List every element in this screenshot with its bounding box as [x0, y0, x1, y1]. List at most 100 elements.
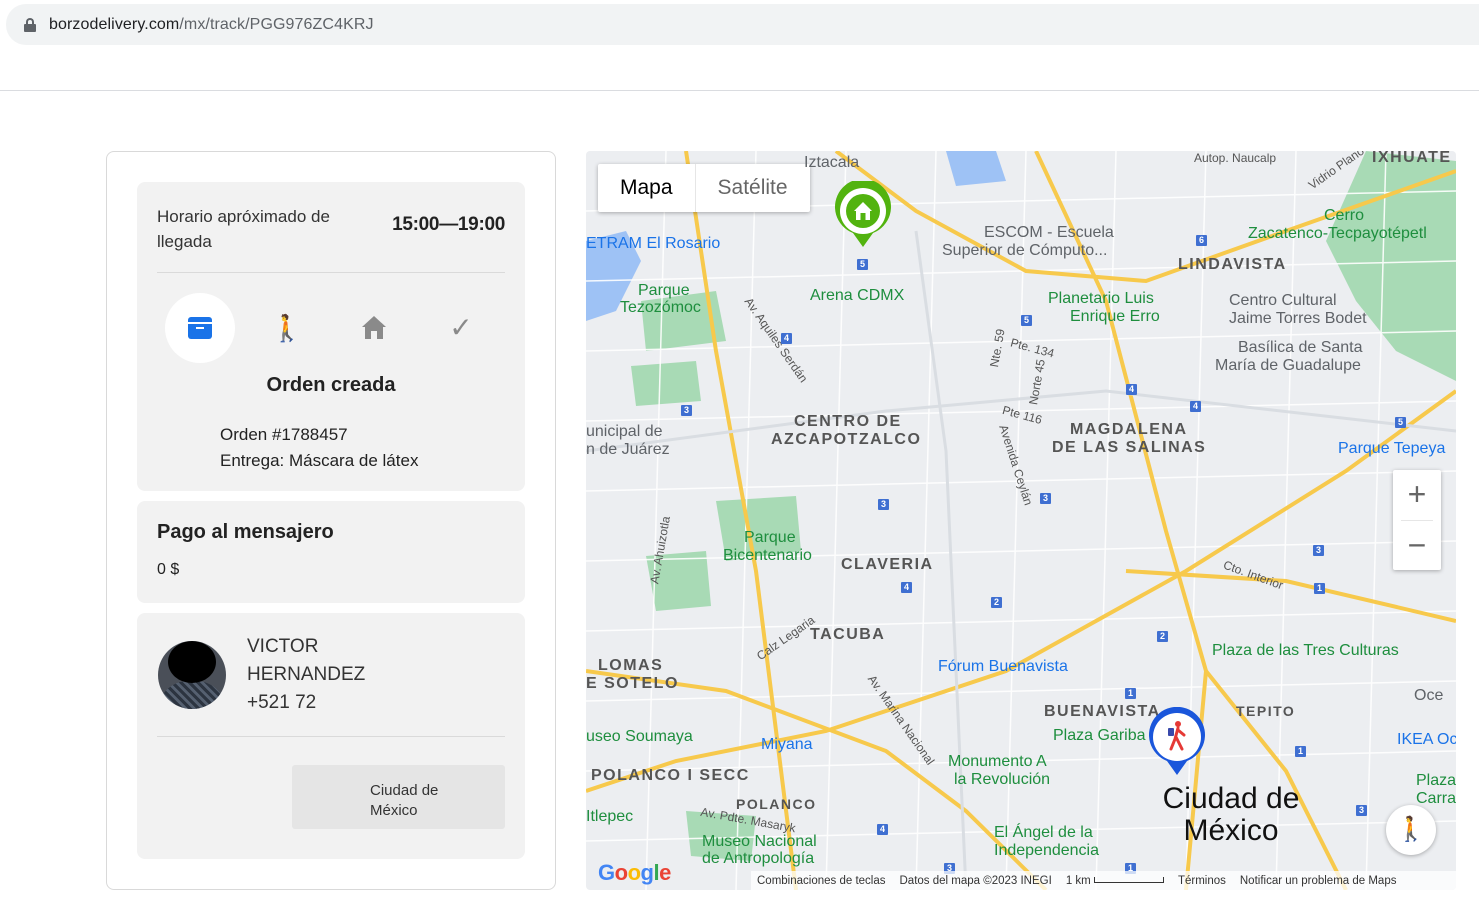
check-icon: ✓ — [449, 312, 473, 343]
address-bar[interactable]: borzodelivery.com/mx/track/PGG976ZC4KRJ — [6, 4, 1479, 45]
step-delivery — [339, 293, 409, 363]
map-label: Plaza de las Tres Culturas — [1212, 642, 1399, 659]
payment-title: Pago al mensajero — [157, 521, 334, 543]
order-progress-steps: 🚶 ✓ — [165, 293, 497, 363]
keyboard-shortcuts-link[interactable]: Combinaciones de teclas — [757, 875, 886, 887]
road-shield: 4 — [1190, 401, 1201, 412]
order-status-card: Horario apróximado de llegada 15:00—19:0… — [137, 182, 525, 491]
road-shield: 4 — [1126, 384, 1137, 395]
map-label: Tezozómoc — [620, 299, 701, 316]
map-label: AZCAPOTZALCO — [771, 431, 922, 448]
map-label: Bicentenario — [723, 547, 812, 564]
divider — [157, 272, 505, 273]
city-button[interactable]: Ciudad de México — [292, 765, 505, 829]
map-data-attribution: Datos del mapa ©2023 INEGI — [899, 874, 1052, 887]
map-label: CLAVERIA — [841, 556, 934, 573]
courier-pin-icon[interactable] — [1147, 707, 1207, 777]
map-label: Monumento A — [948, 753, 1047, 770]
map-label: E SOTELO — [586, 675, 679, 692]
map-label: Museo Nacional — [702, 833, 817, 850]
map-label: Basílica de Santa — [1238, 339, 1363, 356]
map-label: Parque Tepeya — [1338, 440, 1446, 457]
road-shield: 3 — [1040, 493, 1051, 504]
map-label: LOMAS — [598, 657, 664, 674]
map-label: Fórum Buenavista — [938, 658, 1068, 675]
map-label: Plaza C — [1416, 772, 1456, 789]
road-shield: 4 — [877, 824, 888, 835]
map-label: BUENAVISTA — [1044, 703, 1161, 720]
order-number: Orden #1788457 — [220, 425, 348, 444]
road-shield: 3 — [1313, 545, 1324, 556]
pickup-pin-icon[interactable] — [833, 181, 893, 251]
map-label: Oce — [1414, 687, 1444, 704]
street-view-pegman-icon[interactable]: 🚶 — [1386, 805, 1436, 855]
road-shield: 1 — [1295, 746, 1306, 757]
road-shield: 3 — [878, 499, 889, 510]
zoom-out-button[interactable]: − — [1393, 521, 1441, 571]
step-completed: ✓ — [426, 293, 496, 363]
map-label: Superior de Cómputo... — [942, 242, 1108, 259]
map-label: Cerro — [1324, 207, 1365, 224]
courier-phone[interactable]: +521 72 — [247, 689, 365, 717]
step-order-created — [165, 293, 235, 363]
terms-link[interactable]: Términos — [1178, 875, 1226, 887]
map-label: Iztacala — [804, 154, 860, 171]
house-icon — [361, 316, 387, 340]
map-label: Arena CDMX — [810, 287, 905, 304]
map-type-satellite[interactable]: Satélite — [694, 164, 810, 212]
map-label-city: México — [1183, 814, 1279, 847]
zoom-control[interactable]: + − — [1393, 470, 1441, 570]
scale-indicator[interactable]: 1 km — [1066, 875, 1164, 887]
map-label: Independencia — [994, 842, 1099, 859]
courier-first-name: VICTOR — [247, 636, 319, 657]
map-label: ESCOM - Escuela — [984, 224, 1114, 241]
eta-label: Horario apróximado de llegada — [157, 207, 330, 251]
map-label: MAGDALENA — [1070, 421, 1188, 438]
courier-info: VICTOR HERNANDEZ +521 72 — [247, 633, 365, 717]
courier-card: VICTOR HERNANDEZ +521 72 Ciudad de México — [137, 613, 525, 859]
map-label-city: Ciudad de — [1162, 782, 1300, 815]
header-divider — [0, 90, 1479, 91]
order-info: Orden #1788457 Entrega: Máscara de látex — [220, 422, 418, 474]
status-title: Orden creada — [266, 374, 396, 396]
road-shield: 4 — [901, 582, 912, 593]
map-type-map[interactable]: Mapa — [598, 164, 695, 212]
scale-bar — [1093, 877, 1164, 884]
map-label: TACUBA — [810, 626, 886, 643]
map-label: unicipal de — [586, 423, 663, 440]
delivery-item: Entrega: Máscara de látex — [220, 451, 419, 470]
lock-icon[interactable] — [23, 17, 37, 32]
map-view[interactable]: Mapa Satélite Iztacala Autop. Naucalp Vi… — [586, 151, 1456, 890]
map-footer: Combinaciones de teclas Datos del mapa ©… — [751, 871, 1456, 890]
map-label: Enrique Erro — [1070, 308, 1160, 325]
road-shield: 4 — [781, 333, 792, 344]
road-shield: 3 — [681, 405, 692, 416]
map-label: la Revolución — [954, 771, 1051, 788]
map-label: de Antropología — [702, 850, 815, 867]
courier-avatar — [158, 641, 226, 709]
map-label: Plaza Gariba — [1053, 727, 1146, 744]
report-problem-link[interactable]: Notificar un problema de Maps — [1240, 875, 1397, 887]
map-label: Centro Cultural — [1229, 292, 1337, 309]
road-shield: 5 — [857, 259, 868, 270]
map-label: Autop. Naucalp — [1194, 151, 1277, 165]
map-label: Parque — [744, 529, 796, 546]
map-label: Carranz — [1416, 790, 1456, 807]
payment-card: Pago al mensajero 0 $ — [137, 501, 525, 603]
zoom-in-button[interactable]: + — [1393, 470, 1441, 520]
road-shield: 2 — [1157, 631, 1168, 642]
map-label: IKEA Oc — [1397, 731, 1456, 748]
divider — [157, 736, 505, 737]
google-logo: Google — [598, 860, 671, 885]
map-label: Itlepec — [586, 808, 634, 825]
map-label: IXHUATE — [1372, 151, 1452, 166]
url-text[interactable]: borzodelivery.com/mx/track/PGG976ZC4KRJ — [49, 16, 374, 34]
map-label: POLANCO I SECC — [591, 767, 750, 784]
map-label: El Ángel de la — [994, 824, 1093, 841]
map-label: Planetario Luis — [1048, 290, 1154, 307]
map-type-toggle[interactable]: Mapa Satélite — [598, 164, 810, 212]
road-shield: 3 — [1356, 805, 1367, 816]
road-shield: 5 — [1395, 417, 1406, 428]
tracking-panel: Horario apróximado de llegada 15:00—19:0… — [106, 151, 556, 890]
courier-last-name: HERNANDEZ — [247, 664, 366, 685]
